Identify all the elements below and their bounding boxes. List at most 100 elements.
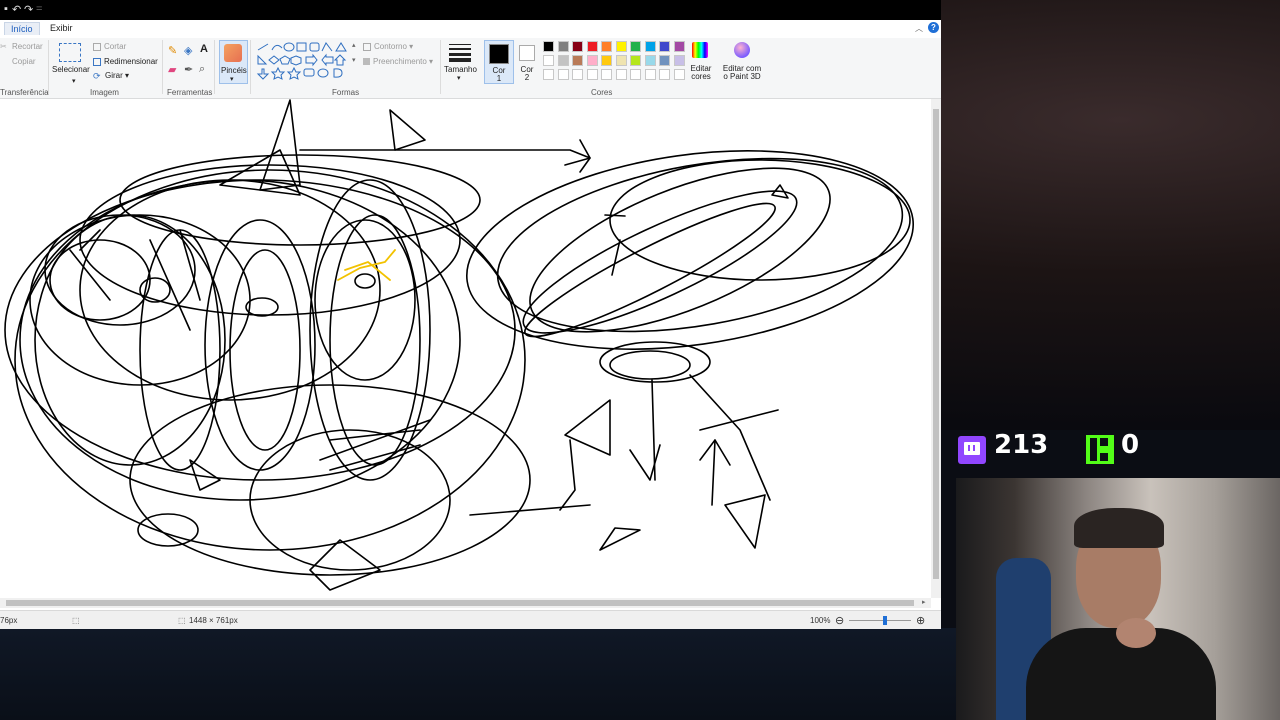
copy-button[interactable]: Copiar — [0, 57, 36, 66]
shapes-gallery[interactable] — [256, 42, 356, 82]
rotate-button[interactable]: ⟳ Girar ▾ — [93, 71, 129, 81]
undo-button[interactable]: ↶ — [12, 3, 21, 16]
drawing-canvas[interactable] — [0, 99, 931, 598]
zoom-out-button[interactable]: ⊖ — [835, 614, 844, 627]
select-icon[interactable] — [59, 43, 81, 62]
webcam-feed — [956, 478, 1280, 720]
zoom-slider-thumb[interactable] — [883, 616, 888, 625]
palette-swatch[interactable] — [557, 55, 569, 66]
select-dropdown-icon[interactable]: ▾ — [72, 77, 76, 85]
fill-dropdown[interactable]: Preenchimento ▾ — [363, 57, 433, 66]
resize-button[interactable]: Redimensionar — [93, 57, 158, 66]
color1-swatch — [489, 44, 509, 64]
shapes-scroll-up[interactable]: ▴ — [352, 41, 356, 49]
redo-button[interactable]: ↷ — [24, 3, 33, 16]
palette-swatch[interactable] — [572, 41, 583, 52]
palette-swatch[interactable] — [601, 69, 612, 80]
zoom-level: 100% — [810, 616, 831, 625]
palette-swatch[interactable] — [615, 69, 627, 80]
image-size: 1448 × 761px — [189, 616, 238, 625]
palette-swatch[interactable] — [543, 55, 554, 66]
palette-swatch[interactable] — [572, 55, 583, 66]
pencil-icon[interactable]: ✎ — [168, 44, 177, 57]
palette-swatch[interactable] — [673, 55, 685, 66]
tab-view[interactable]: Exibir — [44, 22, 79, 34]
palette-swatch[interactable] — [630, 41, 641, 52]
color1-button[interactable]: Cor 1 — [484, 40, 514, 84]
image-size-icon: ⬚ — [178, 616, 186, 625]
color-picker-icon[interactable]: ✒ — [184, 63, 193, 76]
collapse-ribbon-icon[interactable]: ︿ — [915, 23, 923, 34]
palette-swatch[interactable] — [586, 41, 598, 52]
zoom-slider-track[interactable] — [849, 620, 911, 621]
crop-icon — [93, 42, 101, 51]
colors-group-label: Cores — [591, 88, 613, 97]
brushes-button[interactable]: Pincéis ▾ — [219, 40, 248, 84]
palette-swatch[interactable] — [615, 41, 627, 52]
paint-window: ▪ ↶ ↷ = Início Exibir ︿ ? ✂ Recortar Copi… — [0, 0, 941, 629]
scroll-right-arrow[interactable]: ▸ — [922, 598, 926, 606]
desktop-background — [0, 628, 956, 720]
status-bar: 76px ⬚ ⬚ 1448 × 761px 100% ⊖ ⊕ — [0, 610, 941, 629]
fill-bucket-icon[interactable]: ◈ — [184, 44, 192, 57]
scribble-drawing — [4, 99, 915, 591]
magnifier-icon[interactable]: ⌕ — [199, 63, 205, 76]
vertical-scrollbar[interactable] — [931, 99, 941, 598]
tools-group-label: Ferramentas — [167, 88, 213, 97]
help-icon[interactable]: ? — [928, 22, 939, 33]
fill-icon — [363, 58, 370, 66]
zoom-in-button[interactable]: ⊕ — [916, 614, 925, 627]
palette-swatch[interactable] — [615, 55, 627, 66]
kick-viewer-count: 0 — [1121, 430, 1140, 460]
palette-swatch[interactable] — [557, 41, 569, 52]
customize-quick-access[interactable]: = — [36, 3, 42, 15]
palette-swatch[interactable] — [659, 41, 670, 52]
outline-dropdown[interactable]: Contorno ▾ — [363, 42, 413, 51]
save-quick-icon[interactable]: ▪ — [4, 3, 8, 15]
cut-button[interactable]: ✂ Recortar — [0, 42, 43, 51]
shapes-group-label: Formas — [332, 88, 360, 97]
size-icon[interactable] — [449, 42, 471, 62]
palette-swatch[interactable] — [543, 69, 554, 80]
horizontal-scrollbar[interactable]: ▸ — [0, 598, 931, 608]
palette-swatch[interactable] — [630, 69, 641, 80]
text-tool-icon[interactable]: A — [200, 43, 208, 55]
edit-colors-icon[interactable] — [692, 42, 708, 58]
tab-home[interactable]: Início — [4, 22, 40, 35]
palette-swatch[interactable] — [644, 41, 656, 52]
palette-swatch[interactable] — [557, 69, 569, 80]
title-bar: ▪ ↶ ↷ = — [0, 0, 941, 20]
paint3d-button[interactable]: Editar com o Paint 3D — [722, 65, 762, 81]
palette-swatch[interactable] — [659, 55, 670, 66]
select-button[interactable]: Selecionar — [52, 65, 90, 74]
color2-swatch — [519, 45, 535, 61]
paint3d-icon[interactable] — [734, 42, 750, 58]
cursor-position: 76px — [0, 616, 18, 625]
palette-swatch[interactable] — [673, 41, 685, 52]
palette-swatch[interactable] — [586, 69, 598, 80]
scissors-icon: ✂ — [0, 42, 7, 52]
palette-swatch[interactable] — [644, 69, 656, 80]
palette-swatch[interactable] — [586, 55, 598, 66]
brush-icon — [224, 44, 242, 62]
palette-swatch[interactable] — [601, 55, 612, 66]
ribbon: ✂ Recortar Copiar Transferência Seleciona… — [0, 38, 941, 99]
palette-swatch[interactable] — [572, 69, 583, 80]
palette-swatch[interactable] — [644, 55, 656, 66]
horizontal-scroll-thumb[interactable] — [6, 600, 914, 606]
edit-colors-button[interactable]: Editar cores — [689, 65, 713, 81]
clipboard-group-label: Transferência — [0, 88, 49, 97]
size-button[interactable]: Tamanho — [444, 65, 477, 74]
palette-swatch[interactable] — [673, 69, 685, 80]
vertical-scroll-thumb[interactable] — [933, 109, 939, 579]
eraser-icon[interactable]: ▰ — [168, 63, 176, 76]
palette-swatch[interactable] — [659, 69, 670, 80]
crop-button[interactable]: Cortar — [93, 42, 126, 51]
twitch-icon — [958, 436, 986, 464]
kick-icon — [1086, 435, 1114, 464]
palette-swatch[interactable] — [543, 41, 554, 52]
palette-swatch[interactable] — [630, 55, 641, 66]
palette-swatch[interactable] — [601, 41, 612, 52]
color2-button[interactable]: Cor 2 — [515, 40, 539, 82]
shapes-scroll-down[interactable]: ▾ — [352, 56, 356, 64]
